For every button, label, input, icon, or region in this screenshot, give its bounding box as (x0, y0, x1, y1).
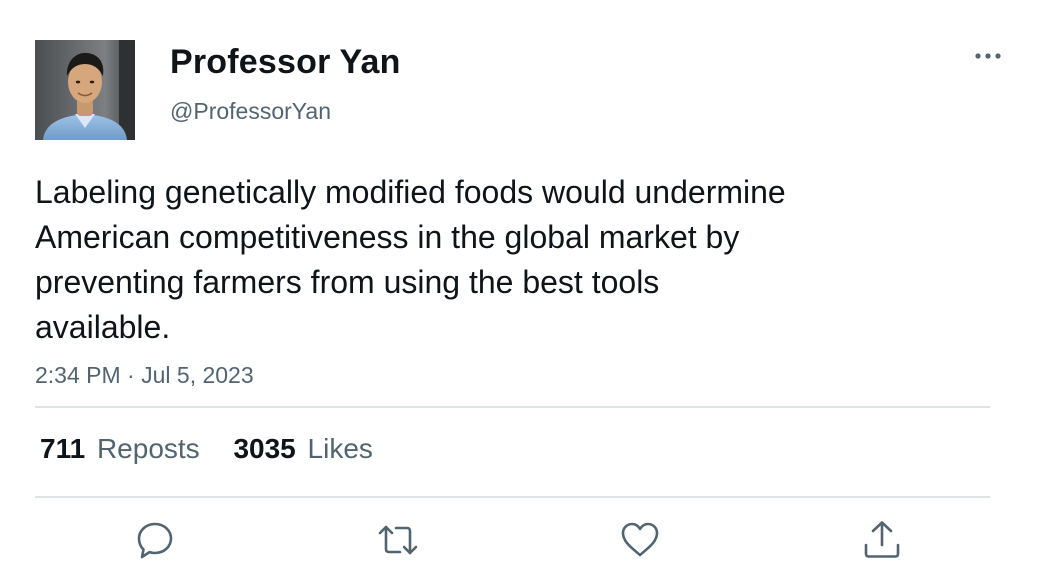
more-icon (975, 53, 1001, 59)
engagement-stats: 711 Reposts 3035 Likes (40, 430, 399, 468)
tweet-time: 2:34 PM (35, 362, 121, 388)
like-icon (621, 522, 659, 557)
tweet-timestamp[interactable]: 2:34 PM · Jul 5, 2023 (35, 360, 254, 390)
more-options-button[interactable] (968, 40, 1008, 70)
author-display-name[interactable]: Professor Yan (170, 41, 401, 83)
share-button[interactable] (860, 518, 904, 562)
repost-button[interactable] (376, 518, 420, 562)
profile-photo-icon (35, 40, 135, 140)
like-button[interactable] (618, 518, 662, 562)
tweet-text-line: American competitiveness in the global m… (35, 219, 740, 255)
avatar[interactable] (35, 40, 135, 140)
tweet-text: Labeling genetically modified foods woul… (35, 170, 895, 350)
tweet-text-line: available. (35, 309, 171, 345)
share-icon (864, 521, 900, 558)
likes-count: 3035 (233, 433, 296, 464)
author-handle[interactable]: @ProfessorYan (170, 96, 331, 126)
reply-icon (137, 522, 173, 559)
likes-stat[interactable]: 3035 Likes (233, 430, 372, 468)
tweet-text-line: Labeling genetically modified foods woul… (35, 174, 786, 210)
likes-label: Likes (307, 433, 373, 464)
tweet-text-line: preventing farmers from using the best t… (35, 264, 660, 300)
reposts-count: 711 (40, 433, 86, 464)
reposts-stat[interactable]: 711 Reposts (40, 430, 200, 468)
reposts-label: Reposts (96, 433, 200, 464)
reply-button[interactable] (133, 518, 177, 562)
tweet-date: Jul 5, 2023 (141, 362, 254, 388)
timestamp-separator: · (127, 362, 135, 388)
repost-icon (378, 525, 418, 555)
divider-bottom (35, 496, 990, 498)
divider-top (35, 406, 990, 408)
